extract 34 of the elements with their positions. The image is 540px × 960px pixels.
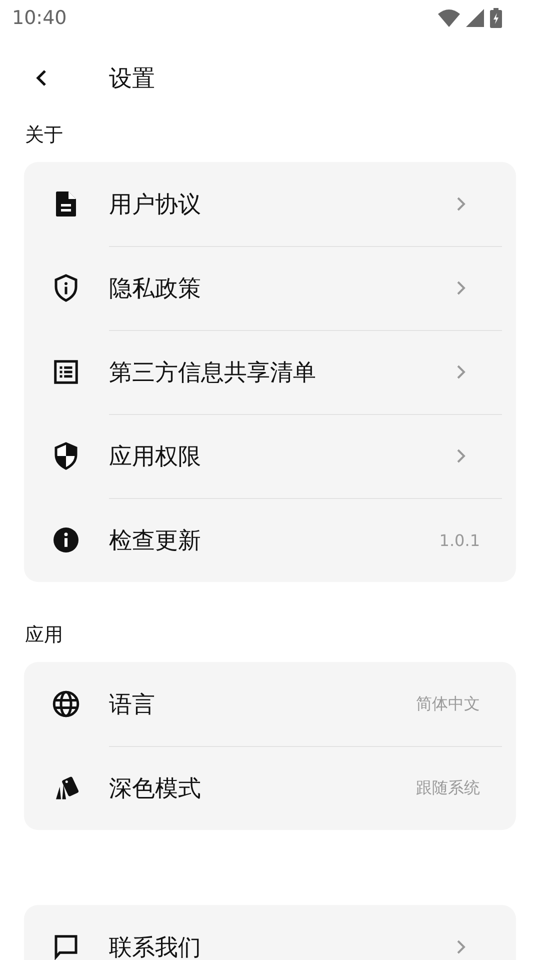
- settings-item[interactable]: 联系我们: [24, 905, 516, 960]
- item-label: 用户协议: [109, 190, 202, 220]
- battery-icon: [490, 8, 502, 28]
- settings-item[interactable]: 检查更新 1.0.1: [24, 498, 516, 582]
- globe-icon: [51, 689, 81, 719]
- item-label: 第三方信息共享清单: [109, 358, 317, 388]
- settings-item[interactable]: 深色模式 跟随系统: [24, 746, 516, 830]
- item-label: 检查更新: [109, 526, 202, 556]
- item-label: 语言: [109, 690, 156, 720]
- section-title: 关于: [25, 123, 64, 148]
- item-label: 深色模式: [109, 774, 202, 804]
- page-title: 设置: [109, 64, 155, 94]
- status-time: 10:40: [12, 7, 67, 29]
- settings-item[interactable]: 第三方信息共享清单: [24, 330, 516, 414]
- chevron-icon: [456, 280, 466, 296]
- list-icon: [51, 357, 81, 387]
- settings-item[interactable]: 语言 简体中文: [24, 662, 516, 746]
- signal-icon: [466, 9, 484, 27]
- settings-item[interactable]: 应用权限: [24, 414, 516, 498]
- chevron-icon: [456, 364, 466, 380]
- item-label: 联系我们: [109, 934, 202, 960]
- info-icon: [51, 525, 81, 555]
- item-label: 隐私政策: [109, 274, 202, 304]
- item-label: 应用权限: [109, 442, 202, 472]
- chevron-icon: [456, 196, 466, 212]
- settings-item[interactable]: 隐私政策: [24, 246, 516, 330]
- section-title: 应用: [25, 623, 64, 648]
- wifi-icon: [438, 9, 460, 27]
- item-value: 简体中文: [416, 694, 480, 714]
- chevron-icon: [456, 939, 466, 955]
- item-value: 跟随系统: [416, 778, 480, 798]
- chevron-icon: [456, 448, 466, 464]
- settings-item[interactable]: 用户协议: [24, 162, 516, 246]
- item-value: 1.0.1: [439, 530, 480, 550]
